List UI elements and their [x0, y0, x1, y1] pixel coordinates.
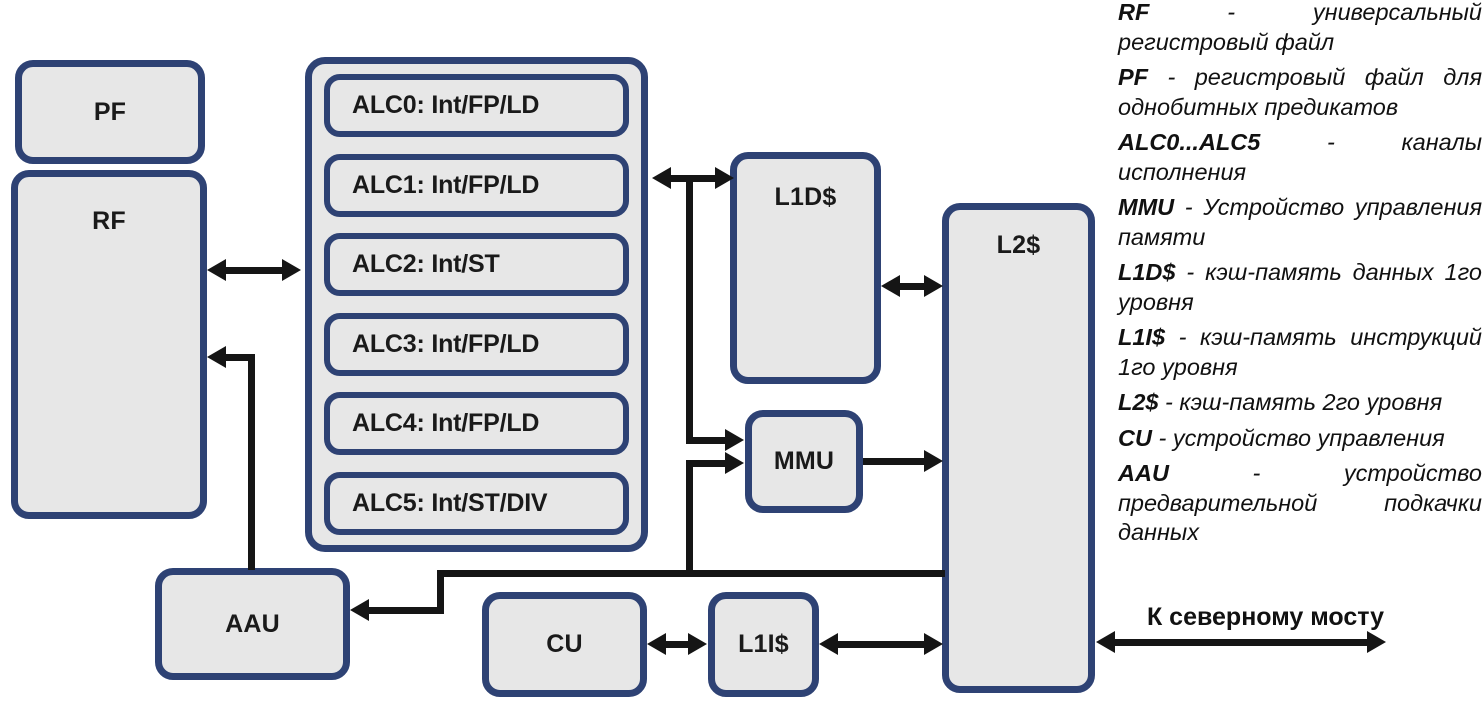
alc-channel-3: ALC3: Int/FP/LD: [324, 312, 629, 376]
arrowhead-l1i-l2-left: [819, 633, 838, 655]
northbridge-group: К северному мосту: [1118, 604, 1482, 630]
legend-entry-alc: ALC0...ALC5 - каналы исполнения: [1118, 128, 1482, 187]
connector-l2-bus-horizontal: [437, 570, 945, 577]
alc-channel-1-label: ALC1: Int/FP/LD: [352, 170, 540, 199]
legend-entry-rf: RF - универсальный регистровый файл: [1118, 0, 1482, 57]
legend-term-pf: PF: [1118, 64, 1149, 90]
alc-channel-0: ALC0: Int/FP/LD: [324, 74, 629, 137]
arrowhead-alc-mmu: [725, 429, 744, 451]
arrowhead-mmu-l2: [924, 450, 943, 472]
block-mmu-label: MMU: [773, 447, 835, 475]
legend-dash-l2: -: [1158, 389, 1180, 415]
legend-term-rf: RF: [1118, 0, 1150, 25]
northbridge-label: К северному мосту: [1146, 603, 1385, 631]
arrowhead-northbridge-left: [1096, 631, 1115, 653]
legend-term-l1d: L1D$: [1118, 259, 1176, 285]
legend-term-alc: ALC0...ALC5: [1118, 129, 1261, 155]
alc-channel-4: ALC4: Int/FP/LD: [324, 392, 629, 456]
arrowhead-rf-alc-left: [207, 259, 226, 281]
connector-rf-alc: [224, 267, 282, 274]
block-aau: AAU: [155, 568, 350, 680]
alc-channel-4-label: ALC4: Int/FP/LD: [352, 409, 540, 438]
legend-entry-l1d: L1D$ - кэш-память данных 1го уровня: [1118, 258, 1482, 317]
legend-dash-aau: -: [1168, 460, 1344, 486]
legend-dash-alc: -: [1260, 129, 1402, 155]
connector-l1i-l2: [836, 641, 928, 648]
connector-alc-mmu-vertical: [686, 175, 693, 444]
block-rf-label: RF: [92, 207, 126, 235]
arrowhead-l1d-l2-right: [924, 275, 943, 297]
connector-aau-rf-vertical: [248, 357, 255, 570]
legend-dash-l1d: -: [1175, 259, 1206, 285]
legend-dash-rf: -: [1149, 0, 1313, 25]
connector-aau-rf-horizontal: [224, 354, 255, 361]
block-mmu: MMU: [745, 410, 863, 513]
connector-northbridge: [1113, 639, 1367, 646]
legend-text-cu: устройство управления: [1172, 424, 1445, 451]
block-l1d-cache: L1D$: [730, 152, 881, 384]
block-rf: RF: [11, 170, 207, 519]
arrowhead-l1d-l2-left: [881, 275, 900, 297]
connector-bus-mmu-vertical: [686, 460, 693, 577]
arrowhead-rf-alc-right: [282, 259, 301, 281]
arrowhead-cu-l1i-right: [688, 633, 707, 655]
alc-channel-2: ALC2: Int/ST: [324, 233, 629, 297]
block-l2-cache: L2$: [942, 203, 1095, 693]
legend-term-l2: L2$: [1118, 389, 1159, 415]
block-aau-label: AAU: [225, 609, 280, 638]
arrowhead-cu-l1i-left: [647, 633, 666, 655]
legend-dash-mmu: -: [1174, 194, 1204, 220]
legend-dash-cu: -: [1151, 424, 1173, 451]
block-cu: CU: [482, 592, 647, 697]
legend-term-mmu: MMU: [1118, 194, 1175, 220]
block-l2-cache-label: L2$: [996, 231, 1041, 259]
connector-bus-aau-arrowline: [367, 607, 440, 614]
arrowhead-northbridge-right: [1367, 631, 1386, 653]
legend-term-aau: AAU: [1118, 460, 1169, 486]
block-pf-label: PF: [93, 97, 127, 126]
connector-mmu-l2: [863, 458, 928, 465]
alc-channel-5: ALC5: Int/ST/DIV: [324, 471, 629, 535]
block-l1i-cache-label: L1I$: [738, 630, 789, 658]
arrowhead-bus-mmu: [725, 452, 744, 474]
legend-entry-aau: AAU - устройство предварительной подкачк…: [1118, 459, 1482, 548]
legend: RF - универсальный регистровый файл PF -…: [1118, 0, 1482, 548]
arrowhead-l1i-l2-right: [924, 633, 943, 655]
alc-channel-3-label: ALC3: Int/FP/LD: [352, 329, 540, 358]
legend-entry-pf: PF - регистровый файл для однобитных пре…: [1118, 63, 1482, 122]
legend-entry-cu: CU - устройство управления: [1118, 424, 1482, 454]
block-diagram-canvas: PF RF ALC0: Int/FP/LD ALC1: Int/FP/LD AL…: [0, 0, 1482, 711]
legend-term-l1i: L1I$: [1118, 324, 1166, 350]
alc-container: ALC0: Int/FP/LD ALC1: Int/FP/LD ALC2: In…: [305, 57, 648, 552]
block-cu-label: CU: [546, 630, 583, 658]
connector-alc-mmu-horizontal: [686, 437, 725, 444]
block-pf: PF: [15, 60, 205, 164]
arrowhead-aau-rf: [207, 346, 226, 368]
alc-channel-5-label: ALC5: Int/ST/DIV: [352, 488, 548, 517]
legend-entry-l2: L2$ - кэш-память 2го уровня: [1118, 388, 1482, 418]
block-l1i-cache: L1I$: [708, 592, 819, 697]
alc-channel-1: ALC1: Int/FP/LD: [324, 153, 629, 217]
legend-dash-l1i: -: [1165, 324, 1201, 350]
legend-term-cu: CU: [1118, 424, 1152, 451]
legend-entry-l1i: L1I$ - кэш-память инструкций 1го уровня: [1118, 323, 1482, 382]
legend-entry-mmu: MMU - Устройство управления памяти: [1118, 193, 1482, 252]
connector-bus-mmu-horizontal: [686, 460, 725, 467]
arrowhead-bus-aau: [350, 599, 369, 621]
alc-channel-0-label: ALC0: Int/FP/LD: [352, 91, 540, 119]
legend-text-l2: кэш-память 2го уровня: [1179, 389, 1443, 415]
block-l1d-cache-label: L1D$: [774, 183, 837, 211]
alc-channel-2-label: ALC2: Int/ST: [352, 250, 500, 279]
arrowhead-alc-l1d-left: [652, 167, 671, 189]
arrowhead-alc-l1d-right: [715, 167, 734, 189]
legend-dash-pf: -: [1148, 64, 1195, 90]
